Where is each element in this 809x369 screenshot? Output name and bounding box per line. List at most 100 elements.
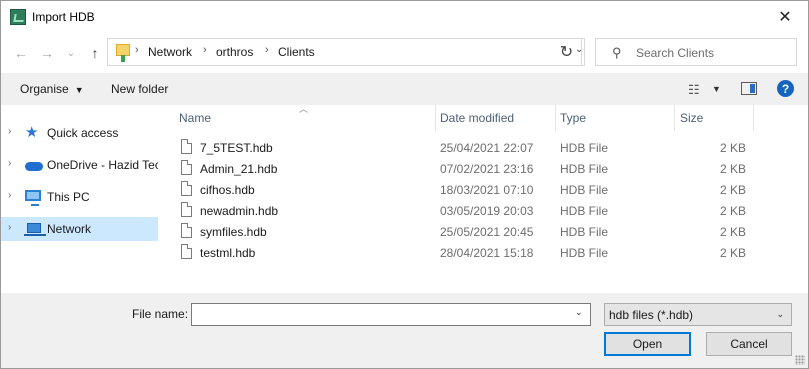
column-header-label: Name: [179, 111, 212, 125]
organise-label: Organise: [20, 82, 69, 96]
resize-grip[interactable]: [795, 355, 805, 365]
preview-pane-icon[interactable]: [741, 82, 757, 95]
import-hdb-dialog: Import HDB ✕ ← → ⌄ ↑ › Network › orthros…: [0, 0, 809, 369]
recent-locations-button[interactable]: ⌄: [61, 43, 81, 63]
breadcrumb-network[interactable]: Network: [148, 45, 192, 59]
file-date: 25/04/2021 22:07: [440, 141, 534, 155]
breadcrumb-separator: ›: [135, 44, 139, 56]
file-row[interactable]: 7_5TEST.hdb 25/04/2021 22:07 HDB File 2 …: [160, 137, 808, 158]
breadcrumb-clients[interactable]: Clients: [278, 45, 315, 59]
file-name: Admin_21.hdb: [200, 162, 278, 176]
file-list: ︿ Name Date modified Type Size 7_5TEST.h…: [160, 104, 808, 293]
close-button[interactable]: ✕: [762, 1, 808, 33]
file-size: 2 KB: [719, 141, 746, 155]
column-divider[interactable]: [674, 105, 675, 131]
file-type: HDB File: [560, 225, 609, 239]
column-header-label: Type: [560, 111, 587, 125]
sidebar-item-onedrive[interactable]: › OneDrive - Hazid Tec: [1, 153, 158, 177]
breadcrumb-orthros[interactable]: orthros: [216, 45, 253, 59]
up-button[interactable]: ↑: [85, 43, 105, 63]
navigation-bar: ← → ⌄ ↑ › Network › orthros › Clients ⌄ …: [1, 33, 808, 73]
file-date: 07/02/2021 23:16: [440, 162, 534, 176]
title-bar: Import HDB ✕: [1, 1, 808, 33]
file-row[interactable]: Admin_21.hdb 07/02/2021 23:16 HDB File 2…: [160, 158, 808, 179]
view-options-icon[interactable]: ☷: [688, 82, 700, 98]
chevron-right-icon[interactable]: ›: [8, 222, 11, 233]
computer-icon: [25, 189, 41, 206]
file-type: HDB File: [560, 141, 609, 155]
sidebar-item-quick-access[interactable]: › ★ Quick access: [1, 121, 158, 145]
organise-button[interactable]: Organise ▼: [20, 82, 84, 96]
open-button[interactable]: Open: [604, 332, 691, 356]
file-size: 2 KB: [719, 204, 746, 218]
dialog-footer: File name: ⌄ hdb files (*.hdb) ⌄ Open Ca…: [1, 293, 808, 368]
network-folder-icon: [116, 44, 130, 62]
file-type-value: hdb files (*.hdb): [609, 308, 694, 322]
file-name: testml.hdb: [200, 246, 256, 260]
sidebar-item-label: Network: [47, 222, 92, 236]
file-row[interactable]: cifhos.hdb 18/03/2021 07:10 HDB File 2 K…: [160, 179, 808, 200]
file-date: 18/03/2021 07:10: [440, 183, 534, 197]
file-date: 25/05/2021 20:45: [440, 225, 534, 239]
refresh-button[interactable]: ↻: [552, 38, 582, 66]
file-size: 2 KB: [719, 183, 746, 197]
chevron-right-icon[interactable]: ›: [8, 158, 11, 169]
back-arrow-icon: ←: [14, 45, 28, 61]
new-folder-button[interactable]: New folder: [111, 82, 168, 96]
file-type: HDB File: [560, 204, 609, 218]
chevron-right-icon[interactable]: ›: [8, 126, 11, 137]
file-type: HDB File: [560, 183, 609, 197]
file-name: cifhos.hdb: [200, 183, 255, 197]
caret-down-icon[interactable]: ▼: [712, 84, 721, 94]
cancel-button[interactable]: Cancel: [706, 332, 792, 356]
file-name-label: File name:: [132, 307, 189, 321]
file-size: 2 KB: [719, 225, 746, 239]
file-type: HDB File: [560, 162, 609, 176]
file-date: 28/04/2021 15:18: [440, 246, 534, 260]
file-name: symfiles.hdb: [200, 225, 267, 239]
column-header-date[interactable]: Date modified: [440, 105, 555, 131]
file-icon: [181, 160, 192, 175]
breadcrumb-separator: ›: [265, 44, 269, 56]
column-divider[interactable]: [555, 105, 556, 131]
refresh-icon: ↻: [559, 44, 574, 61]
sidebar-item-this-pc[interactable]: › This PC: [1, 185, 158, 209]
column-header-type[interactable]: Type: [560, 105, 670, 131]
column-divider[interactable]: [435, 105, 436, 131]
file-size: 2 KB: [719, 162, 746, 176]
sidebar-item-network[interactable]: › Network: [1, 217, 158, 241]
navigation-pane: › ★ Quick access › OneDrive - Hazid Tec …: [1, 105, 160, 293]
file-icon: [181, 202, 192, 217]
chevron-right-icon[interactable]: ›: [8, 190, 11, 201]
file-name: 7_5TEST.hdb: [200, 141, 273, 155]
column-header-label: Size: [680, 111, 704, 125]
file-name: newadmin.hdb: [200, 204, 279, 218]
back-button[interactable]: ←: [11, 43, 31, 63]
file-row[interactable]: testml.hdb 28/04/2021 15:18 HDB File 2 K…: [160, 242, 808, 263]
file-icon: [181, 139, 192, 154]
file-icon: [181, 223, 192, 238]
file-name-input[interactable]: [191, 303, 591, 326]
forward-button[interactable]: →: [37, 43, 57, 63]
close-icon: ✕: [778, 9, 792, 26]
file-row[interactable]: newadmin.hdb 03/05/2019 20:03 HDB File 2…: [160, 200, 808, 221]
forward-arrow-icon: →: [40, 45, 54, 61]
chevron-down-icon[interactable]: ⌄: [575, 307, 583, 318]
file-type-select[interactable]: hdb files (*.hdb) ⌄: [604, 303, 792, 326]
address-bar[interactable]: › Network › orthros › Clients ⌄: [107, 38, 585, 66]
chevron-down-icon: ⌄: [776, 309, 784, 319]
column-divider[interactable]: [753, 105, 754, 131]
search-input[interactable]: Search Clients: [636, 46, 714, 60]
help-icon[interactable]: ?: [777, 80, 794, 97]
star-icon: ★: [25, 124, 39, 141]
command-toolbar: Organise ▼ New folder ☷ ▼ ?: [1, 73, 808, 105]
chevron-down-icon: ⌄: [66, 47, 76, 59]
file-row[interactable]: symfiles.hdb 25/05/2021 20:45 HDB File 2…: [160, 221, 808, 242]
search-box[interactable]: ⚲ Search Clients: [595, 38, 797, 66]
sidebar-item-label: OneDrive - Hazid Tec: [47, 158, 158, 172]
column-header-name[interactable]: Name: [179, 105, 435, 131]
up-arrow-icon: ↑: [91, 45, 99, 61]
sidebar-item-label: Quick access: [47, 126, 119, 140]
caret-down-icon: ▼: [74, 85, 84, 95]
column-header-size[interactable]: Size: [680, 105, 753, 131]
